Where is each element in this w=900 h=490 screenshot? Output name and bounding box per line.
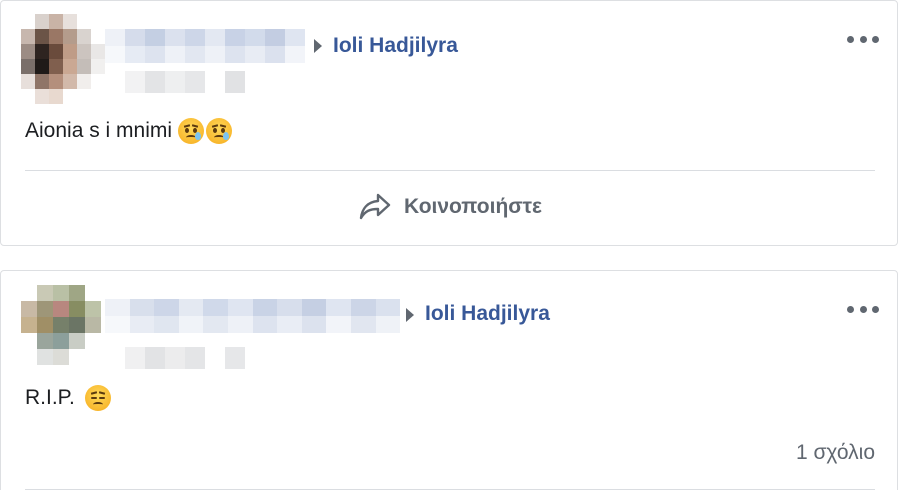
avatar[interactable] xyxy=(21,14,105,104)
post-text: R.I.P. xyxy=(25,385,111,411)
more-options-icon[interactable] xyxy=(847,31,879,47)
share-button[interactable]: Κοινοποιήστε xyxy=(25,181,875,233)
comment-count-link[interactable]: 1 σχόλιο xyxy=(796,441,875,465)
blurred-timestamp[interactable] xyxy=(105,71,245,93)
divider xyxy=(25,170,875,171)
post-text: Aionia s i mnimi xyxy=(25,118,233,144)
post-text-content: R.I.P. xyxy=(25,386,75,409)
triangle-right-icon xyxy=(406,308,414,322)
disappointed-relieved-face-emoji xyxy=(206,118,233,144)
share-button-label: Κοινοποιήστε xyxy=(404,195,542,218)
blurred-avatar-image xyxy=(21,14,105,104)
disappointed-relieved-face-emoji xyxy=(178,118,205,144)
more-options-icon[interactable] xyxy=(847,301,879,317)
pensive-face-emoji xyxy=(84,385,111,411)
blurred-timestamp[interactable] xyxy=(105,347,245,369)
post-card: Ioli Hadjilyra R.I.P. 1 σχόλιο xyxy=(0,270,898,490)
target-profile-link[interactable]: Ioli Hadjilyra xyxy=(425,302,550,326)
triangle-right-icon xyxy=(314,39,322,53)
share-arrow-icon xyxy=(359,193,391,220)
target-profile-link[interactable]: Ioli Hadjilyra xyxy=(333,34,458,58)
avatar[interactable] xyxy=(21,285,103,367)
post-text-content: Aionia s i mnimi xyxy=(25,119,173,142)
post-card: Ioli Hadjilyra Aionia s i mnimi Κοινοποι… xyxy=(0,0,898,246)
blurred-author-name[interactable] xyxy=(105,29,305,63)
blurred-author-name[interactable] xyxy=(105,299,401,333)
blurred-avatar-image xyxy=(21,285,103,365)
